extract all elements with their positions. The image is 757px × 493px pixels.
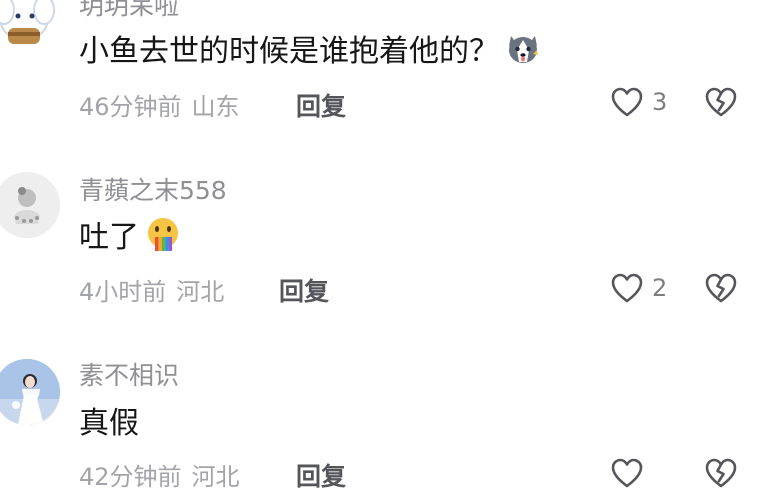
comment-location: 山东 bbox=[191, 93, 240, 121]
reply-button[interactable]: 回复 bbox=[296, 87, 346, 123]
dislike-button[interactable] bbox=[704, 457, 738, 489]
comment-time: 42分钟前 bbox=[79, 463, 182, 491]
comment-meta: 42分钟前 河北 bbox=[79, 457, 240, 492]
like-count: 2 bbox=[652, 274, 668, 302]
comment-text: 真假 bbox=[79, 398, 139, 442]
heart-icon bbox=[611, 273, 643, 303]
like-button[interactable]: 2 bbox=[610, 270, 667, 306]
vomiting-face-icon bbox=[145, 216, 181, 252]
reply-button[interactable]: 回复 bbox=[296, 457, 346, 493]
comment-text: 小鱼去世的时候是谁抱着他的？ bbox=[79, 26, 541, 70]
comment-location: 河北 bbox=[191, 463, 240, 491]
like-button[interactable] bbox=[610, 455, 652, 491]
comment-time: 4小时前 bbox=[79, 278, 167, 306]
reply-button[interactable]: 回复 bbox=[279, 272, 329, 308]
heart-icon bbox=[611, 87, 643, 117]
comment-text-body: 真假 bbox=[79, 406, 139, 441]
dislike-button[interactable] bbox=[704, 86, 738, 118]
comment-location: 河北 bbox=[176, 278, 225, 306]
username[interactable]: 青蘋之末558 bbox=[79, 171, 227, 207]
heart-icon bbox=[611, 458, 643, 488]
avatar[interactable] bbox=[0, 172, 60, 238]
broken-heart-icon bbox=[705, 87, 737, 117]
comment-text: 吐了 bbox=[79, 212, 181, 256]
broken-heart-icon bbox=[705, 458, 737, 488]
avatar[interactable] bbox=[0, 0, 60, 54]
comment-text-body: 小鱼去世的时候是谁抱着他的？ bbox=[79, 34, 499, 69]
dislike-button[interactable] bbox=[704, 272, 738, 304]
username[interactable]: 玥玥呆啦 bbox=[79, 0, 179, 22]
comment-meta: 4小时前 河北 bbox=[79, 272, 224, 307]
husky-emoji-icon bbox=[505, 30, 541, 66]
avatar[interactable] bbox=[0, 359, 60, 425]
like-count: 3 bbox=[652, 88, 668, 116]
username[interactable]: 素不相识 bbox=[79, 356, 179, 392]
like-button[interactable]: 3 bbox=[610, 84, 667, 120]
broken-heart-icon bbox=[705, 273, 737, 303]
comment-meta: 46分钟前 山东 bbox=[79, 87, 240, 122]
comment-text-body: 吐了 bbox=[79, 220, 139, 255]
comment-time: 46分钟前 bbox=[79, 93, 182, 121]
